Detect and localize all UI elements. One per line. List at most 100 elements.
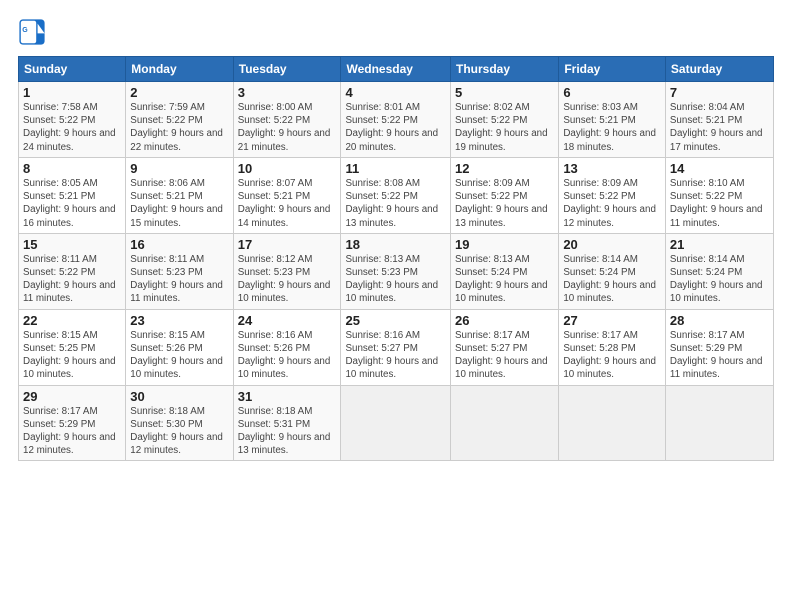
day-detail: Sunrise: 8:17 AMSunset: 5:27 PMDaylight:… (455, 330, 548, 381)
day-number: 14 (670, 161, 769, 176)
calendar-week-4: 29 Sunrise: 8:17 AMSunset: 5:29 PMDaylig… (19, 385, 774, 461)
calendar-cell: 6 Sunrise: 8:03 AMSunset: 5:21 PMDayligh… (559, 82, 666, 158)
calendar-cell (451, 385, 559, 461)
day-number: 26 (455, 313, 554, 328)
calendar-cell: 11 Sunrise: 8:08 AMSunset: 5:22 PMDaylig… (341, 157, 451, 233)
day-detail: Sunrise: 8:11 AMSunset: 5:23 PMDaylight:… (130, 254, 223, 305)
day-detail: Sunrise: 8:07 AMSunset: 5:21 PMDaylight:… (238, 178, 331, 229)
calendar-cell: 31 Sunrise: 8:18 AMSunset: 5:31 PMDaylig… (233, 385, 341, 461)
calendar-cell: 17 Sunrise: 8:12 AMSunset: 5:23 PMDaylig… (233, 233, 341, 309)
calendar-cell: 4 Sunrise: 8:01 AMSunset: 5:22 PMDayligh… (341, 82, 451, 158)
calendar-cell: 12 Sunrise: 8:09 AMSunset: 5:22 PMDaylig… (451, 157, 559, 233)
calendar-cell: 16 Sunrise: 8:11 AMSunset: 5:23 PMDaylig… (126, 233, 233, 309)
day-detail: Sunrise: 8:15 AMSunset: 5:25 PMDaylight:… (23, 330, 116, 381)
day-number: 27 (563, 313, 661, 328)
calendar-cell: 30 Sunrise: 8:18 AMSunset: 5:30 PMDaylig… (126, 385, 233, 461)
day-detail: Sunrise: 8:05 AMSunset: 5:21 PMDaylight:… (23, 178, 116, 229)
day-number: 3 (238, 85, 337, 100)
page: G SundayMondayTuesdayWednesdayThursdayFr… (0, 0, 792, 612)
calendar-cell: 9 Sunrise: 8:06 AMSunset: 5:21 PMDayligh… (126, 157, 233, 233)
calendar-cell: 29 Sunrise: 8:17 AMSunset: 5:29 PMDaylig… (19, 385, 126, 461)
calendar-cell: 3 Sunrise: 8:00 AMSunset: 5:22 PMDayligh… (233, 82, 341, 158)
calendar-cell: 10 Sunrise: 8:07 AMSunset: 5:21 PMDaylig… (233, 157, 341, 233)
day-detail: Sunrise: 8:09 AMSunset: 5:22 PMDaylight:… (563, 178, 656, 229)
calendar-cell: 19 Sunrise: 8:13 AMSunset: 5:24 PMDaylig… (451, 233, 559, 309)
day-number: 24 (238, 313, 337, 328)
day-number: 30 (130, 389, 228, 404)
calendar-cell (559, 385, 666, 461)
day-number: 31 (238, 389, 337, 404)
calendar-table: SundayMondayTuesdayWednesdayThursdayFrid… (18, 56, 774, 461)
calendar-cell: 27 Sunrise: 8:17 AMSunset: 5:28 PMDaylig… (559, 309, 666, 385)
logo-icon: G (18, 18, 46, 46)
day-detail: Sunrise: 8:13 AMSunset: 5:23 PMDaylight:… (345, 254, 438, 305)
day-detail: Sunrise: 8:00 AMSunset: 5:22 PMDaylight:… (238, 102, 331, 153)
calendar-cell: 5 Sunrise: 8:02 AMSunset: 5:22 PMDayligh… (451, 82, 559, 158)
day-number: 11 (345, 161, 446, 176)
calendar-cell: 18 Sunrise: 8:13 AMSunset: 5:23 PMDaylig… (341, 233, 451, 309)
day-header-wednesday: Wednesday (341, 57, 451, 82)
day-number: 7 (670, 85, 769, 100)
day-number: 6 (563, 85, 661, 100)
calendar-cell: 24 Sunrise: 8:16 AMSunset: 5:26 PMDaylig… (233, 309, 341, 385)
day-header-friday: Friday (559, 57, 666, 82)
day-number: 1 (23, 85, 121, 100)
day-number: 20 (563, 237, 661, 252)
day-detail: Sunrise: 8:14 AMSunset: 5:24 PMDaylight:… (670, 254, 763, 305)
day-detail: Sunrise: 8:12 AMSunset: 5:23 PMDaylight:… (238, 254, 331, 305)
calendar-cell: 21 Sunrise: 8:14 AMSunset: 5:24 PMDaylig… (665, 233, 773, 309)
day-number: 18 (345, 237, 446, 252)
day-detail: Sunrise: 8:16 AMSunset: 5:27 PMDaylight:… (345, 330, 438, 381)
calendar-cell: 26 Sunrise: 8:17 AMSunset: 5:27 PMDaylig… (451, 309, 559, 385)
day-detail: Sunrise: 8:06 AMSunset: 5:21 PMDaylight:… (130, 178, 223, 229)
day-number: 10 (238, 161, 337, 176)
header: G (18, 18, 774, 46)
day-detail: Sunrise: 8:11 AMSunset: 5:22 PMDaylight:… (23, 254, 116, 305)
day-number: 13 (563, 161, 661, 176)
calendar-cell: 8 Sunrise: 8:05 AMSunset: 5:21 PMDayligh… (19, 157, 126, 233)
day-number: 8 (23, 161, 121, 176)
day-detail: Sunrise: 8:18 AMSunset: 5:30 PMDaylight:… (130, 406, 223, 457)
day-detail: Sunrise: 8:08 AMSunset: 5:22 PMDaylight:… (345, 178, 438, 229)
day-number: 15 (23, 237, 121, 252)
day-detail: Sunrise: 8:15 AMSunset: 5:26 PMDaylight:… (130, 330, 223, 381)
day-detail: Sunrise: 8:10 AMSunset: 5:22 PMDaylight:… (670, 178, 763, 229)
calendar-week-1: 8 Sunrise: 8:05 AMSunset: 5:21 PMDayligh… (19, 157, 774, 233)
day-number: 9 (130, 161, 228, 176)
calendar-cell: 14 Sunrise: 8:10 AMSunset: 5:22 PMDaylig… (665, 157, 773, 233)
day-header-monday: Monday (126, 57, 233, 82)
calendar-cell: 7 Sunrise: 8:04 AMSunset: 5:21 PMDayligh… (665, 82, 773, 158)
calendar-cell: 23 Sunrise: 8:15 AMSunset: 5:26 PMDaylig… (126, 309, 233, 385)
day-detail: Sunrise: 7:59 AMSunset: 5:22 PMDaylight:… (130, 102, 223, 153)
logo: G (18, 18, 49, 46)
day-detail: Sunrise: 8:17 AMSunset: 5:29 PMDaylight:… (670, 330, 763, 381)
day-number: 23 (130, 313, 228, 328)
calendar-cell (665, 385, 773, 461)
day-number: 17 (238, 237, 337, 252)
day-detail: Sunrise: 8:17 AMSunset: 5:29 PMDaylight:… (23, 406, 116, 457)
day-number: 28 (670, 313, 769, 328)
day-number: 12 (455, 161, 554, 176)
calendar-cell: 22 Sunrise: 8:15 AMSunset: 5:25 PMDaylig… (19, 309, 126, 385)
calendar-header-row: SundayMondayTuesdayWednesdayThursdayFrid… (19, 57, 774, 82)
calendar-week-0: 1 Sunrise: 7:58 AMSunset: 5:22 PMDayligh… (19, 82, 774, 158)
calendar-cell: 15 Sunrise: 8:11 AMSunset: 5:22 PMDaylig… (19, 233, 126, 309)
calendar-cell: 25 Sunrise: 8:16 AMSunset: 5:27 PMDaylig… (341, 309, 451, 385)
day-detail: Sunrise: 8:04 AMSunset: 5:21 PMDaylight:… (670, 102, 763, 153)
calendar-cell: 1 Sunrise: 7:58 AMSunset: 5:22 PMDayligh… (19, 82, 126, 158)
day-detail: Sunrise: 8:18 AMSunset: 5:31 PMDaylight:… (238, 406, 331, 457)
day-header-tuesday: Tuesday (233, 57, 341, 82)
day-detail: Sunrise: 8:14 AMSunset: 5:24 PMDaylight:… (563, 254, 656, 305)
calendar-cell: 28 Sunrise: 8:17 AMSunset: 5:29 PMDaylig… (665, 309, 773, 385)
day-number: 4 (345, 85, 446, 100)
day-number: 5 (455, 85, 554, 100)
day-header-thursday: Thursday (451, 57, 559, 82)
day-number: 2 (130, 85, 228, 100)
calendar-body: 1 Sunrise: 7:58 AMSunset: 5:22 PMDayligh… (19, 82, 774, 461)
day-number: 22 (23, 313, 121, 328)
calendar-cell: 2 Sunrise: 7:59 AMSunset: 5:22 PMDayligh… (126, 82, 233, 158)
day-number: 29 (23, 389, 121, 404)
day-header-sunday: Sunday (19, 57, 126, 82)
day-detail: Sunrise: 8:02 AMSunset: 5:22 PMDaylight:… (455, 102, 548, 153)
day-detail: Sunrise: 8:09 AMSunset: 5:22 PMDaylight:… (455, 178, 548, 229)
